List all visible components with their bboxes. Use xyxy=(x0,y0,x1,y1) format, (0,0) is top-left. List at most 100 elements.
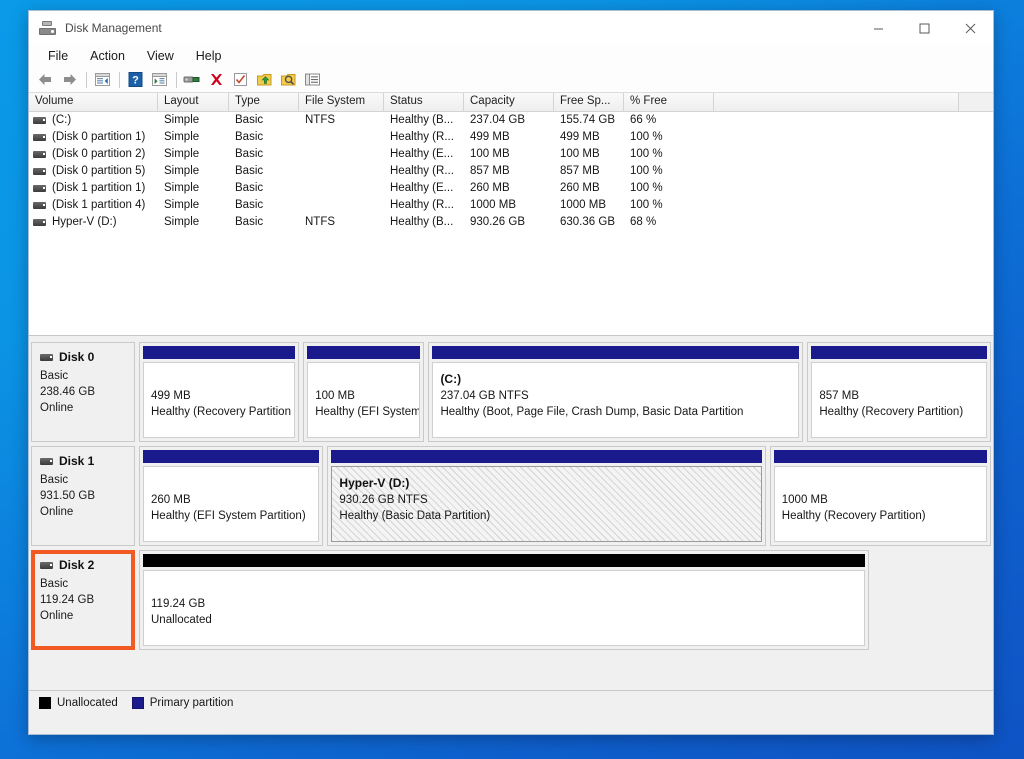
cell-status: Healthy (B... xyxy=(384,214,464,231)
partition-size: 857 MB xyxy=(819,388,979,404)
menu-file[interactable]: File xyxy=(37,46,79,66)
column-header[interactable]: Capacity xyxy=(464,93,554,111)
cell-layout: Simple xyxy=(158,197,229,214)
partition-size: 100 MB xyxy=(315,388,412,404)
disk-management-icon xyxy=(39,21,56,35)
partition-status: Healthy (EFI System xyxy=(315,404,412,420)
cell-volume: (Disk 0 partition 5) xyxy=(29,163,158,180)
partition-box[interactable]: 499 MBHealthy (Recovery Partition xyxy=(139,342,299,442)
table-row[interactable]: (Disk 1 partition 4)SimpleBasicHealthy (… xyxy=(29,197,993,214)
close-button[interactable] xyxy=(947,11,993,45)
rescan-disks-icon[interactable] xyxy=(253,69,276,91)
disk-info-panel-disk-0[interactable]: Disk 0Basic238.46 GBOnline xyxy=(31,342,135,442)
disk-info-panel-disk-2[interactable]: Disk 2Basic119.24 GBOnline xyxy=(31,550,135,650)
column-header[interactable]: Type xyxy=(229,93,299,111)
cell-volume-label: (Disk 1 partition 1) xyxy=(52,180,145,197)
partition-size: 1000 MB xyxy=(782,492,979,508)
column-header[interactable]: File System xyxy=(299,93,384,111)
cell-status: Healthy (R... xyxy=(384,163,464,180)
cell-volume: (Disk 0 partition 2) xyxy=(29,146,158,163)
column-header[interactable]: Status xyxy=(384,93,464,111)
minimize-button[interactable] xyxy=(855,11,901,45)
toolbar-separator xyxy=(86,72,87,88)
column-header[interactable]: % Free xyxy=(624,93,714,111)
forward-icon[interactable] xyxy=(58,69,81,91)
partition-type-bar xyxy=(811,346,987,359)
disk-title: Disk 2 xyxy=(40,558,131,572)
partition-box[interactable]: Hyper-V (D:)930.26 GB NTFSHealthy (Basic… xyxy=(327,446,765,546)
show-hide-console-tree-icon[interactable] xyxy=(148,69,171,91)
column-header[interactable]: Volume xyxy=(29,93,158,111)
refresh-icon[interactable] xyxy=(229,69,252,91)
drive-icon xyxy=(33,219,46,226)
table-row[interactable]: (C:)SimpleBasicNTFSHealthy (B...237.04 G… xyxy=(29,112,993,129)
cell-volume: (C:) xyxy=(29,112,158,129)
column-header[interactable] xyxy=(714,93,959,111)
table-row[interactable]: (Disk 0 partition 2)SimpleBasicHealthy (… xyxy=(29,146,993,163)
cell-percent_free: 100 % xyxy=(624,129,714,146)
table-row[interactable]: (Disk 0 partition 5)SimpleBasicHealthy (… xyxy=(29,163,993,180)
legend-item: Unallocated xyxy=(39,697,118,709)
disk-state: Online xyxy=(40,504,134,520)
partition-box[interactable]: 119.24 GBUnallocated xyxy=(139,550,869,650)
partition-body[interactable]: 260 MBHealthy (EFI System Partition) xyxy=(143,466,319,542)
list-view-icon[interactable] xyxy=(301,69,324,91)
help-icon[interactable]: ? xyxy=(124,69,147,91)
search-icon[interactable] xyxy=(277,69,300,91)
partition-body[interactable]: (C:)237.04 GB NTFSHealthy (Boot, Page Fi… xyxy=(432,362,799,438)
partition-body[interactable]: 100 MBHealthy (EFI System xyxy=(307,362,420,438)
maximize-button[interactable] xyxy=(901,11,947,45)
cell-capacity: 100 MB xyxy=(464,146,554,163)
partition-body[interactable]: 499 MBHealthy (Recovery Partition xyxy=(143,362,295,438)
partition-status: Unallocated xyxy=(151,612,857,628)
cell-volume-label: (Disk 0 partition 5) xyxy=(52,163,145,180)
disk-info-panel-disk-1[interactable]: Disk 1Basic931.50 GBOnline xyxy=(31,446,135,546)
table-row[interactable]: (Disk 0 partition 1)SimpleBasicHealthy (… xyxy=(29,129,993,146)
menu-action[interactable]: Action xyxy=(79,46,136,66)
partition-type-bar xyxy=(143,554,865,567)
delete-icon[interactable] xyxy=(205,69,228,91)
table-row[interactable]: Hyper-V (D:)SimpleBasicNTFSHealthy (B...… xyxy=(29,214,993,231)
partition-size: 119.24 GB xyxy=(151,596,857,612)
table-row[interactable]: (Disk 1 partition 1)SimpleBasicHealthy (… xyxy=(29,180,993,197)
disk-row: Disk 0Basic238.46 GBOnline499 MBHealthy … xyxy=(31,342,991,442)
column-header[interactable]: Layout xyxy=(158,93,229,111)
column-header[interactable]: Free Sp... xyxy=(554,93,624,111)
partition-size: 499 MB xyxy=(151,388,287,404)
cell-percent_free: 100 % xyxy=(624,163,714,180)
partition-type-bar xyxy=(307,346,420,359)
menu-help[interactable]: Help xyxy=(185,46,233,66)
cell-free_space: 857 MB xyxy=(554,163,624,180)
partition-body[interactable]: 1000 MBHealthy (Recovery Partition) xyxy=(774,466,987,542)
disk-state: Online xyxy=(40,400,134,416)
cell-capacity: 1000 MB xyxy=(464,197,554,214)
partition-box[interactable]: 100 MBHealthy (EFI System xyxy=(303,342,424,442)
partition-label-spacer xyxy=(151,579,857,596)
partition-box[interactable]: 1000 MBHealthy (Recovery Partition) xyxy=(770,446,991,546)
cell-status: Healthy (R... xyxy=(384,129,464,146)
partition-body[interactable]: 857 MBHealthy (Recovery Partition) xyxy=(811,362,987,438)
partition-type-bar xyxy=(143,450,319,463)
partition-status: Healthy (Basic Data Partition) xyxy=(339,508,753,524)
menu-view[interactable]: View xyxy=(136,46,185,66)
legend-swatch xyxy=(132,697,144,709)
up-one-level-icon[interactable] xyxy=(91,69,114,91)
partition-box[interactable]: (C:)237.04 GB NTFSHealthy (Boot, Page Fi… xyxy=(428,342,803,442)
cell-status: Healthy (E... xyxy=(384,180,464,197)
properties-icon[interactable] xyxy=(181,69,204,91)
cell-volume-label: (Disk 0 partition 1) xyxy=(52,129,145,146)
cell-free_space: 499 MB xyxy=(554,129,624,146)
partition-box[interactable]: 260 MBHealthy (EFI System Partition) xyxy=(139,446,323,546)
toolbar: ? xyxy=(29,67,993,93)
partition-status: Healthy (Boot, Page File, Crash Dump, Ba… xyxy=(440,404,791,420)
partition-box[interactable]: 857 MBHealthy (Recovery Partition) xyxy=(807,342,991,442)
partition-strip: 260 MBHealthy (EFI System Partition)Hype… xyxy=(135,446,991,546)
partition-size: 237.04 GB NTFS xyxy=(440,388,791,404)
cell-layout: Simple xyxy=(158,163,229,180)
partition-label-spacer xyxy=(782,475,979,492)
partition-body[interactable]: Hyper-V (D:)930.26 GB NTFSHealthy (Basic… xyxy=(331,466,761,542)
back-icon[interactable] xyxy=(34,69,57,91)
cell-free_space: 100 MB xyxy=(554,146,624,163)
partition-body[interactable]: 119.24 GBUnallocated xyxy=(143,570,865,646)
partition-type-bar xyxy=(143,346,295,359)
